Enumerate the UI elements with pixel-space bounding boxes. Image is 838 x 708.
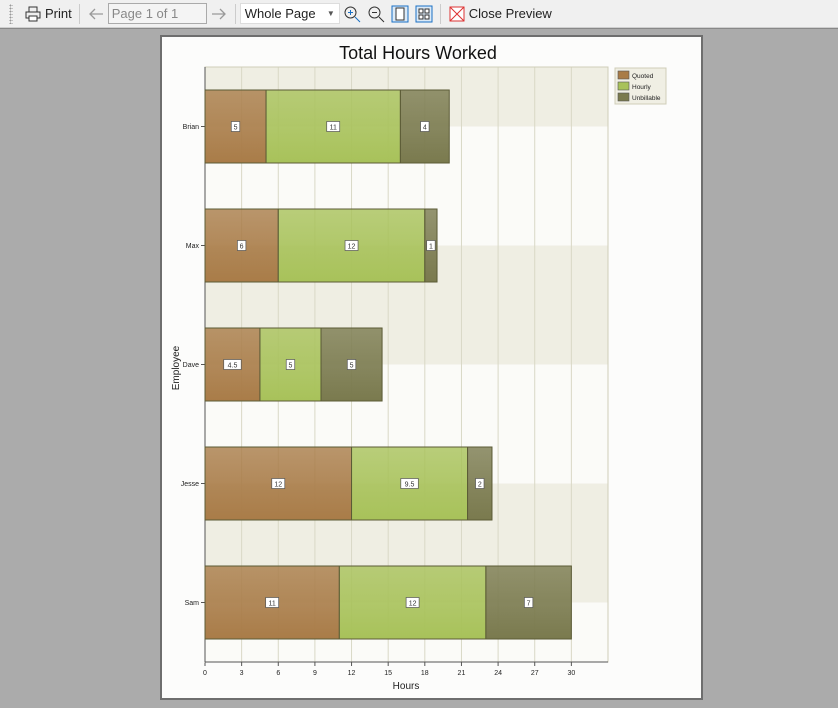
multi-page-icon <box>415 5 433 22</box>
arrow-right-icon <box>211 8 226 19</box>
legend-label: Quoted <box>632 73 654 80</box>
data-label: 4.5 <box>228 363 238 370</box>
data-label: 9.5 <box>405 482 415 489</box>
stacked-bar-chart: Total Hours Worked Hours Employee 0 3 6 9 12… <box>171 43 667 692</box>
legend-label: Unbillable <box>632 95 661 102</box>
x-tick-label: 0 <box>203 670 207 677</box>
legend-label: Hourly <box>632 84 652 91</box>
data-label: 12 <box>348 244 356 251</box>
data-label: 1 <box>429 244 433 251</box>
y-tick-label: Max <box>186 243 200 250</box>
legend-swatch <box>617 81 630 91</box>
close-preview-label: Close Preview <box>468 6 552 21</box>
zoom-in-icon <box>344 6 361 22</box>
x-tick-label: 15 <box>384 670 392 677</box>
x-tick-label: 3 <box>240 670 244 677</box>
zoom-out-button[interactable] <box>364 3 388 25</box>
zoom-in-button[interactable] <box>340 3 364 25</box>
preview-page: Total Hours Worked Hours Employee 0 3 6 9 12… <box>160 35 703 700</box>
legend-swatch <box>617 70 630 80</box>
x-tick-label: 24 <box>494 670 502 677</box>
y-tick-label: Dave <box>183 362 199 369</box>
zoom-mode-value: Whole Page <box>244 6 316 21</box>
data-label: 12 <box>409 601 417 608</box>
toolbar-grip[interactable] <box>9 3 13 24</box>
x-tick-label: 21 <box>458 670 466 677</box>
x-axis-label: Hours <box>393 681 420 692</box>
print-preview-toolbar: Print Page 1 of 1 Whole Page ▼ Close Prev… <box>0 0 838 28</box>
legend-swatch <box>617 92 630 102</box>
data-label: 2 <box>478 482 482 489</box>
x-tick-label: 27 <box>531 670 539 677</box>
divider <box>439 3 441 24</box>
chevron-down-icon: ▼ <box>326 9 335 18</box>
data-label: 5 <box>289 363 293 370</box>
divider <box>78 3 80 24</box>
x-tick-label: 6 <box>276 670 280 677</box>
divider <box>234 3 236 24</box>
data-label: 5 <box>350 363 354 370</box>
single-page-icon <box>391 5 409 22</box>
y-tick-label: Sam <box>185 600 200 607</box>
y-tick-label: Jesse <box>181 481 199 488</box>
data-label: 6 <box>240 244 244 251</box>
data-label: 4 <box>423 125 427 132</box>
page-number-input[interactable]: Page 1 of 1 <box>107 3 207 24</box>
print-label: Print <box>45 6 72 21</box>
one-page-button[interactable] <box>388 3 412 25</box>
data-label: 5 <box>234 125 238 132</box>
multiple-pages-button[interactable] <box>412 3 436 25</box>
close-preview-button[interactable]: Close Preview <box>445 3 555 25</box>
y-axis-label: Employee <box>171 345 182 390</box>
x-tick-label: 18 <box>421 670 429 677</box>
arrow-left-icon <box>88 8 103 19</box>
y-tick-label: Brian <box>183 124 199 131</box>
x-tick-label: 12 <box>348 670 356 677</box>
zoom-mode-select[interactable]: Whole Page ▼ <box>239 3 340 24</box>
zoom-out-icon <box>368 6 385 22</box>
x-tick-label: 9 <box>313 670 317 677</box>
previous-page-button[interactable] <box>84 3 108 25</box>
data-label: 11 <box>269 601 276 608</box>
legend: Quoted Hourly Unbillable <box>614 67 667 105</box>
data-label: 12 <box>274 482 282 489</box>
close-icon <box>449 6 465 21</box>
data-label: 7 <box>527 601 531 608</box>
chart-title: Total Hours Worked <box>339 43 497 63</box>
data-label: 11 <box>330 125 337 132</box>
printer-icon <box>25 6 41 21</box>
print-button[interactable]: Print <box>21 3 75 25</box>
next-page-button[interactable] <box>207 3 231 25</box>
x-tick-label: 30 <box>567 670 575 677</box>
